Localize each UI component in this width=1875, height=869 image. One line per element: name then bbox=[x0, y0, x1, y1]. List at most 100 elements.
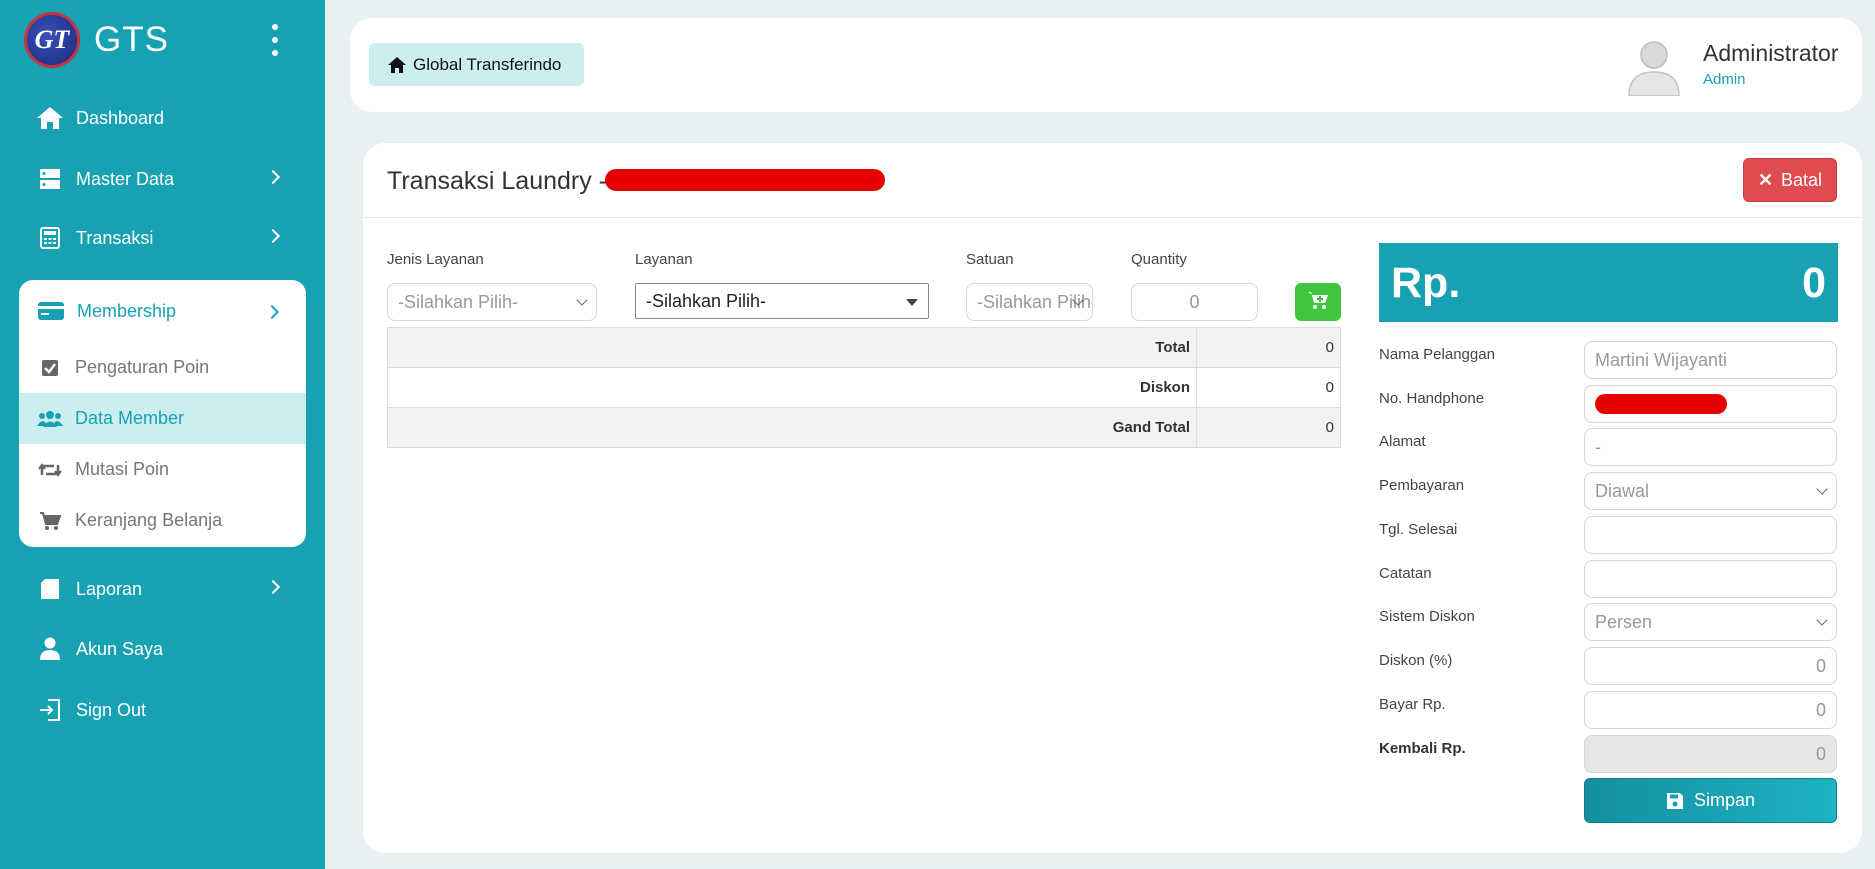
alamat-label: Alamat bbox=[1379, 433, 1426, 450]
chevron-right-icon bbox=[264, 304, 280, 320]
sidebar-item-dashboard[interactable]: Dashboard bbox=[0, 93, 325, 143]
user-role: Admin bbox=[1703, 71, 1746, 88]
top-header: Global Transferindo Administrator Admin bbox=[350, 18, 1862, 112]
quantity-label: Quantity bbox=[1131, 251, 1187, 268]
sistem-diskon-label: Sistem Diskon bbox=[1379, 608, 1475, 625]
submenu-item-mutasi-poin[interactable]: Mutasi Poin bbox=[19, 444, 306, 495]
nama-pelanggan-label: Nama Pelanggan bbox=[1379, 346, 1495, 363]
table-row: Diskon 0 bbox=[387, 367, 1341, 408]
add-to-cart-button[interactable] bbox=[1295, 283, 1341, 321]
logo-icon: GT bbox=[24, 12, 80, 68]
submenu-item-label: Pengaturan Poin bbox=[75, 357, 210, 377]
sidebar-item-label: Transaksi bbox=[76, 227, 154, 248]
home-icon bbox=[36, 106, 64, 130]
cancel-button[interactable]: ✕ Batal bbox=[1743, 158, 1837, 202]
chevron-down-icon bbox=[1816, 483, 1828, 495]
table-row: Total 0 bbox=[387, 327, 1341, 368]
home-breadcrumb-button[interactable]: Global Transferindo bbox=[369, 43, 584, 86]
jenis-layanan-label: Jenis Layanan bbox=[387, 251, 484, 268]
tgl-selesai-label: Tgl. Selesai bbox=[1379, 521, 1458, 538]
satuan-select[interactable]: -Silahkan Pilih- bbox=[966, 283, 1093, 321]
sign-out-icon bbox=[36, 698, 64, 722]
retweet-icon bbox=[37, 461, 63, 479]
amount-value: 0 bbox=[1802, 259, 1826, 307]
pembayaran-select[interactable]: Diawal bbox=[1584, 472, 1837, 510]
cart-plus-icon bbox=[1307, 290, 1329, 315]
bayar-input[interactable]: 0 bbox=[1584, 691, 1837, 729]
submenu-item-pengaturan-poin[interactable]: Pengaturan Poin bbox=[19, 342, 306, 393]
server-icon bbox=[36, 167, 64, 191]
credit-card-icon bbox=[37, 301, 65, 321]
brand-name: GTS bbox=[94, 20, 169, 59]
sidebar-item-transaksi[interactable]: Transaksi bbox=[0, 213, 325, 263]
sistem-diskon-select[interactable]: Persen bbox=[1584, 603, 1837, 641]
pembayaran-label: Pembayaran bbox=[1379, 477, 1465, 494]
calculator-icon bbox=[36, 226, 64, 250]
user-icon bbox=[36, 637, 64, 661]
catatan-label: Catatan bbox=[1379, 565, 1432, 582]
no-handphone-input[interactable] bbox=[1584, 385, 1837, 423]
diskon-label: Diskon bbox=[387, 367, 1197, 408]
sidebar-item-master-data[interactable]: Master Data bbox=[0, 154, 325, 204]
more-vertical-icon[interactable] bbox=[270, 24, 280, 56]
chevron-right-icon bbox=[265, 579, 281, 595]
divider bbox=[363, 217, 1862, 218]
chevron-right-icon bbox=[265, 228, 281, 244]
bayar-label: Bayar Rp. bbox=[1379, 696, 1446, 713]
redaction-mark bbox=[1595, 394, 1727, 414]
user-name: Administrator bbox=[1703, 40, 1839, 66]
sidebar-item-label: Master Data bbox=[76, 168, 175, 189]
layanan-select[interactable]: -Silahkan Pilih- bbox=[635, 283, 929, 319]
satuan-label: Satuan bbox=[966, 251, 1014, 268]
amount-display: Rp. 0 bbox=[1379, 243, 1838, 322]
currency-label: Rp. bbox=[1391, 259, 1461, 307]
layanan-label: Layanan bbox=[635, 251, 693, 268]
sidebar-item-akun-saya[interactable]: Akun Saya bbox=[0, 624, 325, 674]
diskon-value: 0 bbox=[1196, 367, 1341, 408]
grand-total-value: 0 bbox=[1196, 407, 1341, 448]
users-icon bbox=[37, 410, 63, 428]
close-icon: ✕ bbox=[1757, 169, 1774, 190]
avatar[interactable] bbox=[1626, 36, 1682, 97]
quantity-input[interactable]: 0 bbox=[1131, 283, 1258, 321]
sidebar-item-membership[interactable]: Membership bbox=[19, 280, 306, 342]
submenu-item-keranjang-belanja[interactable]: Keranjang Belanja bbox=[19, 495, 306, 546]
caret-down-icon bbox=[906, 299, 918, 306]
chevron-down-icon bbox=[1816, 614, 1828, 626]
jenis-layanan-select[interactable]: -Silahkan Pilih- bbox=[387, 283, 597, 321]
catatan-input[interactable] bbox=[1584, 560, 1837, 598]
page-title: Transaksi Laundry - bbox=[387, 167, 607, 195]
check-square-icon bbox=[37, 359, 63, 377]
total-value: 0 bbox=[1196, 327, 1341, 368]
no-handphone-label: No. Handphone bbox=[1379, 390, 1485, 407]
totals-table: Total 0 Diskon 0 Gand Total 0 bbox=[387, 327, 1341, 448]
submenu-item-label: Keranjang Belanja bbox=[75, 510, 223, 530]
diskon-percent-input[interactable]: 0 bbox=[1584, 647, 1837, 685]
grand-total-label: Gand Total bbox=[387, 407, 1197, 448]
tgl-selesai-input[interactable] bbox=[1584, 516, 1837, 554]
sidebar-item-laporan[interactable]: Laporan bbox=[0, 564, 325, 614]
sidebar-item-sign-out[interactable]: Sign Out bbox=[0, 685, 325, 735]
kembali-label: Kembali Rp. bbox=[1379, 740, 1466, 757]
submenu-item-data-member[interactable]: Data Member bbox=[19, 393, 306, 444]
transaction-card: Transaksi Laundry - ✕ Batal Jenis Layana… bbox=[363, 143, 1862, 853]
nama-pelanggan-input[interactable]: Martini Wijayanti bbox=[1584, 341, 1837, 379]
brand[interactable]: GT GTS bbox=[24, 12, 304, 68]
membership-submenu: Membership Pengaturan Poin Data Member M… bbox=[19, 280, 306, 547]
book-icon bbox=[36, 577, 64, 601]
diskon-percent-label: Diskon (%) bbox=[1379, 652, 1453, 669]
save-icon bbox=[1666, 792, 1684, 810]
sidebar-item-label: Dashboard bbox=[76, 107, 165, 128]
sidebar-item-label: Membership bbox=[77, 300, 177, 321]
redaction-mark bbox=[605, 169, 885, 191]
save-button[interactable]: Simpan bbox=[1584, 778, 1837, 823]
chevron-down-icon bbox=[576, 294, 588, 306]
kembali-input: 0 bbox=[1584, 735, 1837, 773]
alamat-input[interactable]: - bbox=[1584, 428, 1837, 466]
home-icon bbox=[387, 56, 407, 74]
sidebar-item-label: Laporan bbox=[76, 578, 143, 599]
table-row: Gand Total 0 bbox=[387, 407, 1341, 448]
submenu-item-label: Data Member bbox=[75, 408, 185, 428]
chevron-right-icon bbox=[265, 169, 281, 185]
cart-icon bbox=[37, 511, 63, 531]
